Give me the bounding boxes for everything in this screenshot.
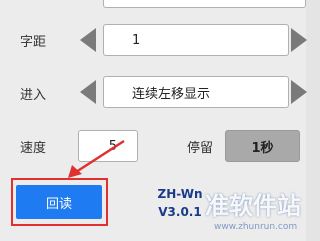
stay-label: 停留 (187, 141, 214, 156)
annotation-arrow-icon (68, 139, 125, 178)
stay-duration-field[interactable]: 1秒 (225, 130, 300, 162)
right-edge-strip (306, 0, 320, 241)
enter-label: 进入 (20, 88, 47, 103)
spacing-decrease-arrow-icon[interactable] (80, 28, 96, 52)
spacing-increase-arrow-icon[interactable] (291, 28, 307, 52)
previous-row-field[interactable] (103, 0, 306, 8)
spacing-label: 字距 (20, 35, 47, 50)
stay-value: 1秒 (251, 140, 274, 156)
watermark-logo: 准软件站 (205, 192, 301, 220)
spacing-field[interactable]: 1 (103, 24, 289, 56)
enter-previous-arrow-icon[interactable] (80, 80, 96, 104)
speed-label: 速度 (20, 141, 47, 156)
highlight-frame (11, 178, 108, 226)
spacing-value: 1 (132, 32, 141, 48)
watermark-url: www.zhunrun.com (214, 222, 298, 232)
enter-effect-field[interactable]: 连续左移显示 (103, 76, 289, 108)
enter-next-arrow-icon[interactable] (291, 80, 307, 104)
enter-effect-value: 连续左移显示 (132, 86, 211, 102)
